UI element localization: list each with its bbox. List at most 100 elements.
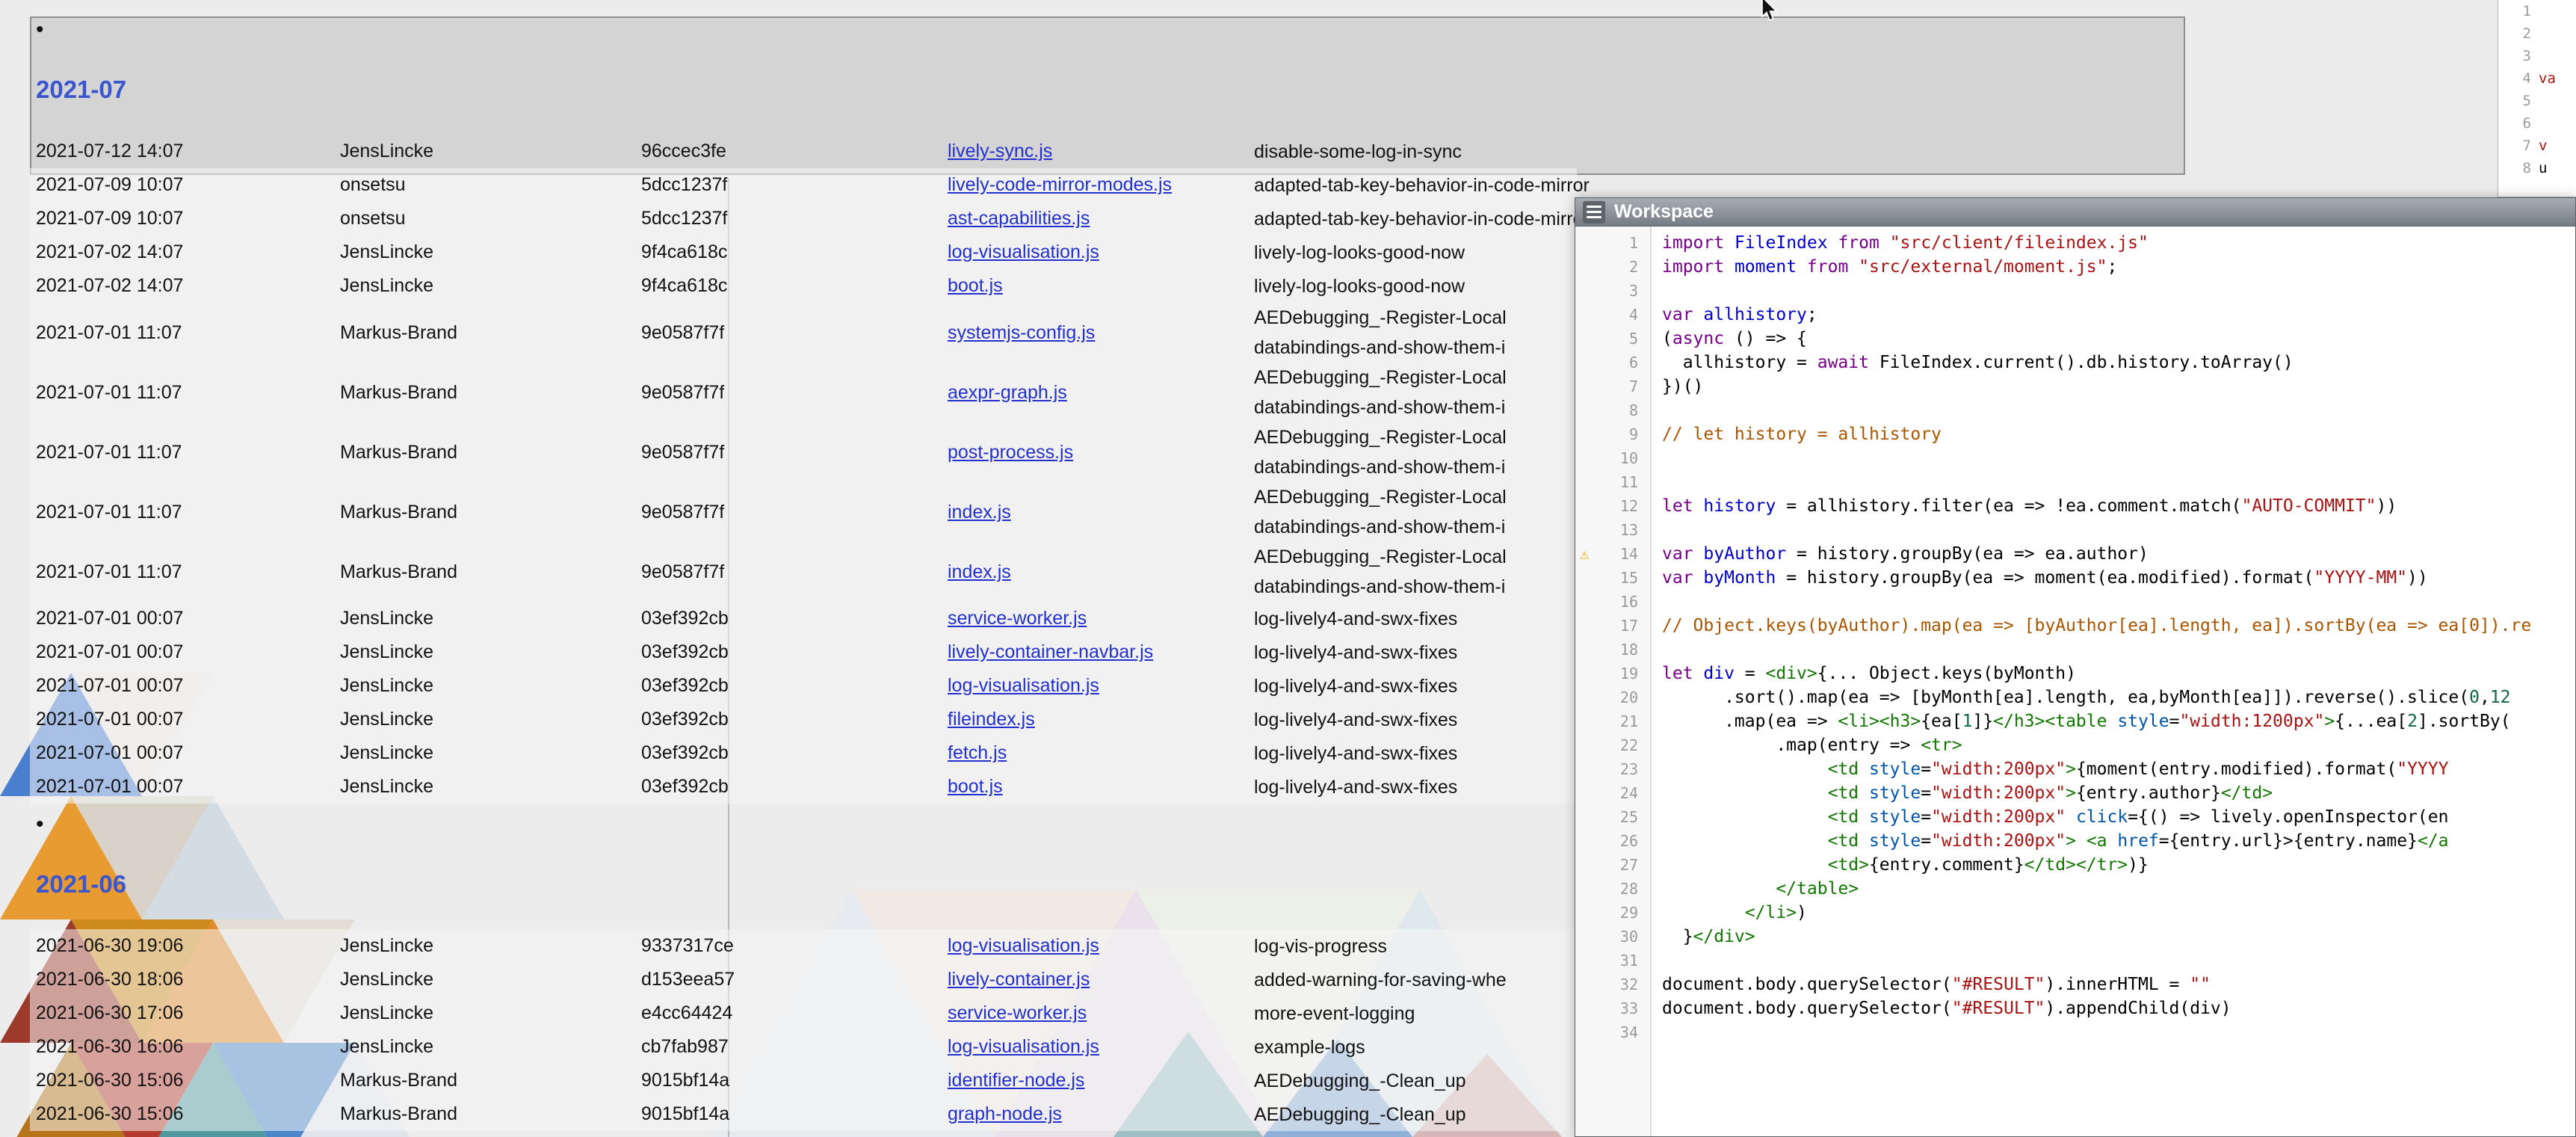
code-line: 6 allhistory = await FileIndex.current()… bbox=[1575, 351, 2575, 375]
commit-hash[interactable]: 9e0587f7f bbox=[641, 502, 948, 523]
line-number: 12 bbox=[1575, 494, 1650, 518]
code-line: 4var allhistory; bbox=[1575, 303, 2575, 327]
code-token: var bbox=[1662, 544, 1693, 564]
commit-hash[interactable]: 03ef392cb bbox=[641, 641, 948, 663]
commit-hash[interactable]: 9337317ce bbox=[641, 935, 948, 957]
code-token: = bbox=[1921, 759, 1931, 779]
code-token: from bbox=[1807, 257, 1848, 277]
code-token bbox=[1662, 855, 1828, 875]
commit-author: Markus-Brand bbox=[340, 561, 641, 583]
commit-file-link[interactable]: aexpr-graph.js bbox=[948, 382, 1067, 403]
commit-date: 2021-07-01 00:07 bbox=[36, 641, 340, 663]
background-editor[interactable]: 1234va567v8u bbox=[2498, 0, 2576, 197]
commit-file-link[interactable]: ast-capabilities.js bbox=[948, 208, 1090, 229]
commit-file-link[interactable]: service-worker.js bbox=[948, 1002, 1087, 1023]
commit-file-link[interactable]: lively-container.js bbox=[948, 969, 1090, 990]
code-token bbox=[1724, 257, 1735, 277]
line-number: 1 bbox=[2498, 0, 2539, 22]
commit-author: Markus-Brand bbox=[340, 382, 641, 404]
commit-file-link[interactable]: log-visualisation.js bbox=[948, 1036, 1099, 1057]
commit-comment-line: AEDebugging_-Register-Local bbox=[1254, 363, 1577, 392]
commit-comment: AEDebugging_-Register-Localdatabindings-… bbox=[1254, 542, 1577, 602]
commit-file-link[interactable]: log-visualisation.js bbox=[948, 935, 1099, 956]
code-token bbox=[1828, 233, 1838, 253]
code-token bbox=[1693, 544, 1704, 564]
commit-comment: AEDebugging_-Clean_up bbox=[1254, 1066, 1577, 1096]
commit-hash[interactable]: 9e0587f7f bbox=[641, 382, 948, 404]
commit-comment: AEDebugging_-Register-Localdatabindings-… bbox=[1254, 363, 1577, 422]
line-number: 13 bbox=[1575, 518, 1650, 542]
code-token: {entry.author} bbox=[2076, 783, 2221, 803]
commit-date: 2021-07-02 14:07 bbox=[36, 275, 340, 297]
commit-author: Markus-Brand bbox=[340, 1070, 641, 1091]
commit-hash[interactable]: 5dcc1237f bbox=[641, 174, 948, 196]
commit-file-cell: ast-capabilities.js bbox=[948, 208, 1254, 229]
commit-file-link[interactable]: boot.js bbox=[948, 776, 1003, 797]
commit-date: 2021-06-30 17:06 bbox=[36, 1002, 340, 1024]
commit-file-link[interactable]: boot.js bbox=[948, 275, 1003, 296]
commit-hash[interactable]: 9f4ca618c bbox=[641, 241, 948, 263]
commit-hash[interactable]: 03ef392cb bbox=[641, 742, 948, 764]
commit-file-link[interactable]: service-worker.js bbox=[948, 608, 1087, 629]
code-token bbox=[1693, 496, 1704, 516]
commit-hash[interactable]: 9f4ca618c bbox=[641, 275, 948, 297]
commit-comment-line: databindings-and-show-them-i bbox=[1254, 392, 1577, 422]
commit-file-link[interactable]: lively-sync.js bbox=[948, 141, 1052, 161]
code-line: 1import FileIndex from "src/client/filei… bbox=[1575, 231, 2575, 255]
code-text: // let history = allhistory bbox=[1650, 422, 1942, 446]
commit-hash[interactable]: 03ef392cb bbox=[641, 776, 948, 798]
commit-hash[interactable]: 03ef392cb bbox=[641, 709, 948, 730]
commit-hash[interactable]: d153eea57 bbox=[641, 969, 948, 990]
commit-hash[interactable]: 03ef392cb bbox=[641, 675, 948, 697]
commit-date: 2021-07-01 00:07 bbox=[36, 776, 340, 798]
commit-author: onsetsu bbox=[340, 174, 641, 196]
commit-hash[interactable]: 9015bf14a bbox=[641, 1103, 948, 1125]
commit-file-link[interactable]: post-process.js bbox=[948, 442, 1073, 463]
commit-hash[interactable]: 96ccec3fe bbox=[641, 141, 948, 162]
commit-file-link[interactable]: systemjs-config.js bbox=[948, 322, 1095, 343]
month-section: •2021-062021-06-30 19:06JensLincke933731… bbox=[30, 810, 1577, 1131]
commit-hash[interactable]: 9e0587f7f bbox=[641, 442, 948, 463]
code-text: import FileIndex from "src/client/filein… bbox=[1650, 231, 2149, 255]
workspace-titlebar[interactable]: Workspace bbox=[1575, 198, 2575, 227]
commit-hash[interactable]: 9e0587f7f bbox=[641, 322, 948, 344]
code-editor[interactable]: 1import FileIndex from "src/client/filei… bbox=[1575, 227, 2575, 1136]
commit-hash[interactable]: 03ef392cb bbox=[641, 608, 948, 629]
code-token bbox=[1797, 257, 1807, 277]
commit-file-link[interactable]: lively-code-mirror-modes.js bbox=[948, 174, 1172, 195]
code-token: async bbox=[1672, 329, 1724, 348]
commit-file-link[interactable]: index.js bbox=[948, 502, 1011, 523]
commit-comment-line: adapted-tab-key-behavior-in-code-mirror bbox=[1254, 204, 1577, 234]
commit-file-link[interactable]: index.js bbox=[948, 561, 1011, 582]
commit-author: onsetsu bbox=[340, 208, 641, 229]
hamburger-icon[interactable] bbox=[1583, 201, 1605, 224]
commit-file-link[interactable]: lively-container-navbar.js bbox=[948, 641, 1153, 662]
line-number: 18 bbox=[1575, 638, 1650, 662]
commit-file-link[interactable]: fetch.js bbox=[948, 742, 1007, 763]
commit-hash[interactable]: cb7fab987 bbox=[641, 1036, 948, 1058]
commit-file-link[interactable]: log-visualisation.js bbox=[948, 241, 1099, 262]
code-text: (async () => { bbox=[1650, 327, 1807, 351]
commit-hash[interactable]: 9e0587f7f bbox=[641, 561, 948, 583]
commit-comment-line: lively-log-looks-good-now bbox=[1254, 238, 1577, 268]
commit-date: 2021-07-09 10:07 bbox=[36, 174, 340, 196]
commit-file-link[interactable]: log-visualisation.js bbox=[948, 675, 1099, 696]
commit-file-link[interactable]: fileindex.js bbox=[948, 709, 1035, 730]
commit-author: JensLincke bbox=[340, 608, 641, 629]
commit-hash[interactable]: 9015bf14a bbox=[641, 1070, 948, 1091]
commit-file-cell: index.js bbox=[948, 561, 1254, 583]
code-token: style bbox=[1869, 831, 1921, 851]
commit-hash[interactable]: e4cc64424 bbox=[641, 1002, 948, 1024]
code-token: {ea[ bbox=[1921, 712, 1962, 731]
commit-author: Markus-Brand bbox=[340, 1103, 641, 1125]
commit-file-cell: fileindex.js bbox=[948, 709, 1254, 730]
commit-file-link[interactable]: graph-node.js bbox=[948, 1103, 1062, 1124]
commit-comment-line: log-lively4-and-swx-fixes bbox=[1254, 705, 1577, 735]
code-token: style bbox=[1869, 807, 1921, 827]
code-token: document.body.querySelector( bbox=[1662, 975, 1952, 994]
code-token: > bbox=[2066, 783, 2076, 803]
line-number: 6 bbox=[2498, 112, 2539, 135]
commit-file-link[interactable]: identifier-node.js bbox=[948, 1070, 1084, 1091]
code-token: // Object.keys(byAuthor).map(ea => [byAu… bbox=[1662, 616, 2531, 635]
commit-hash[interactable]: 5dcc1237f bbox=[641, 208, 948, 229]
